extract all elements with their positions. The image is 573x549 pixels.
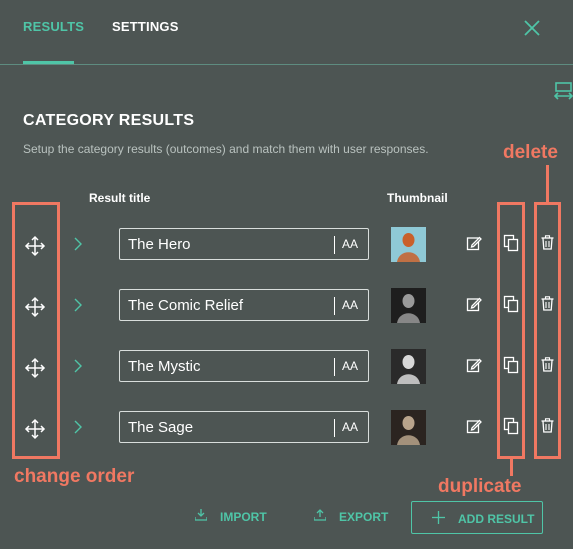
column-header-title: Result title <box>89 191 151 205</box>
duplicate-pointer <box>510 459 513 476</box>
plus-icon <box>432 511 445 524</box>
font-size-button[interactable]: AA <box>342 359 358 373</box>
add-result-button[interactable]: ADD RESULT <box>411 501 543 534</box>
import-label: IMPORT <box>220 510 267 524</box>
tabs-divider <box>0 64 573 65</box>
edit-icon[interactable] <box>466 235 482 251</box>
page-title: CATEGORY RESULTS <box>23 112 195 129</box>
change-order-highlight <box>12 202 60 459</box>
delete-label: delete <box>503 142 558 163</box>
tab-settings[interactable]: SETTINGS <box>112 19 179 34</box>
font-size-button[interactable]: AA <box>342 237 358 251</box>
font-size-button[interactable]: AA <box>342 420 358 434</box>
chevron-right-icon[interactable] <box>72 236 84 252</box>
result-row: The Hero AA <box>0 227 573 289</box>
result-title-text: The Hero <box>128 236 191 253</box>
result-thumbnail[interactable] <box>391 349 426 384</box>
result-title-text: The Comic Relief <box>128 297 244 314</box>
delete-highlight <box>534 202 561 459</box>
result-title-field[interactable]: The Sage AA <box>119 411 369 443</box>
preview-icon[interactable] <box>554 82 573 100</box>
result-row: The Sage AA <box>0 410 573 472</box>
add-result-label: ADD RESULT <box>458 512 535 526</box>
result-title-field[interactable]: The Mystic AA <box>119 350 369 382</box>
field-separator <box>334 236 335 254</box>
result-title-field[interactable]: The Hero AA <box>119 228 369 260</box>
result-thumbnail[interactable] <box>391 288 426 323</box>
import-icon <box>195 509 207 521</box>
duplicate-highlight <box>497 202 525 459</box>
tab-results[interactable]: RESULTS <box>23 19 84 34</box>
field-separator <box>334 419 335 437</box>
result-row: The Comic Relief AA <box>0 288 573 350</box>
chevron-right-icon[interactable] <box>72 419 84 435</box>
font-size-button[interactable]: AA <box>342 298 358 312</box>
chevron-right-icon[interactable] <box>72 297 84 313</box>
field-separator <box>334 358 335 376</box>
result-title-text: The Mystic <box>128 358 201 375</box>
chevron-right-icon[interactable] <box>72 358 84 374</box>
column-header-thumbnail: Thumbnail <box>387 191 448 205</box>
export-label: EXPORT <box>339 510 389 524</box>
edit-icon[interactable] <box>466 357 482 373</box>
result-title-field[interactable]: The Comic Relief AA <box>119 289 369 321</box>
result-row: The Mystic AA <box>0 349 573 411</box>
page-subtitle: Setup the category results (outcomes) an… <box>23 142 429 156</box>
export-icon <box>314 509 326 521</box>
result-thumbnail[interactable] <box>391 410 426 445</box>
result-thumbnail[interactable] <box>391 227 426 262</box>
edit-icon[interactable] <box>466 296 482 312</box>
duplicate-label: duplicate <box>438 476 522 497</box>
delete-pointer <box>546 165 549 202</box>
edit-icon[interactable] <box>466 418 482 434</box>
result-title-text: The Sage <box>128 419 194 436</box>
field-separator <box>334 297 335 315</box>
change-order-label: change order <box>14 466 135 487</box>
close-icon[interactable] <box>522 18 542 38</box>
